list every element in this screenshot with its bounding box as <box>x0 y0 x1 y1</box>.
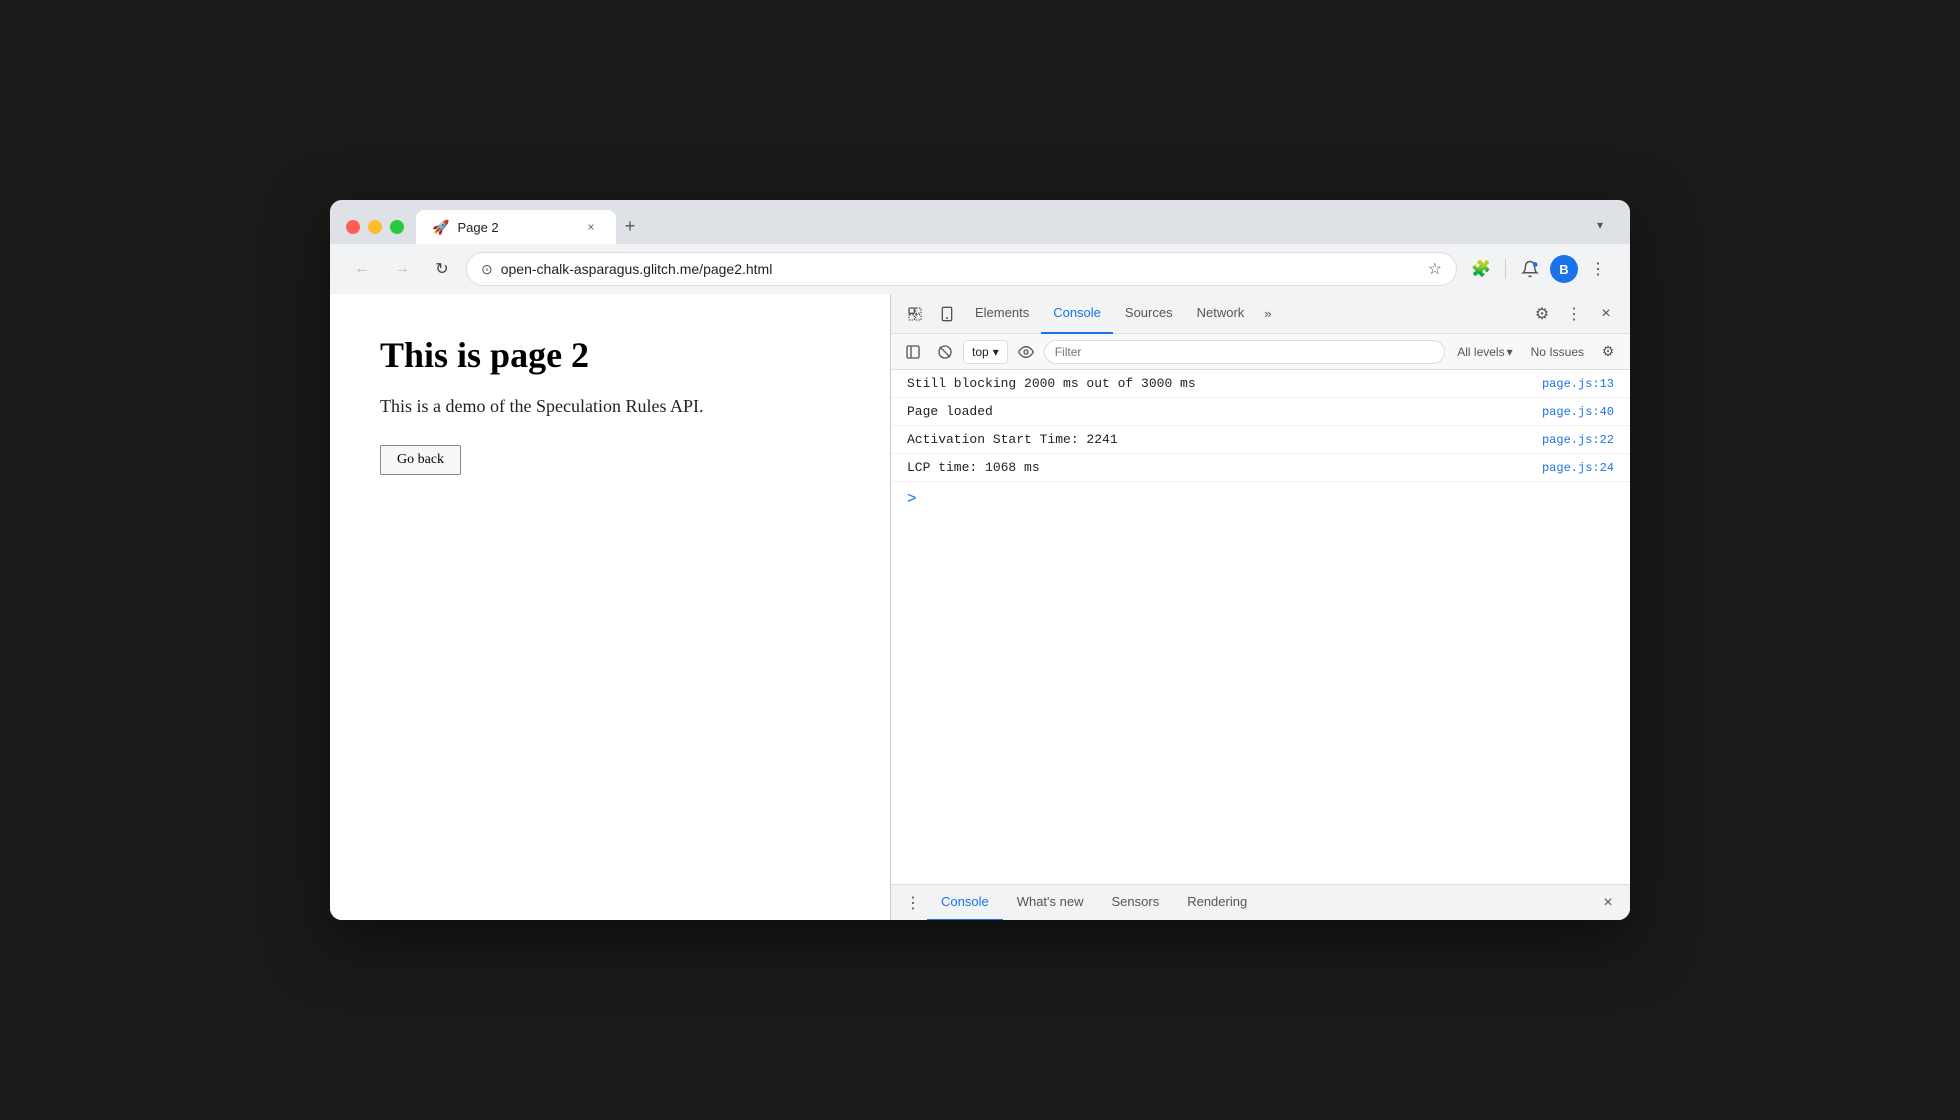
nav-actions: 🧩 B ⋮ <box>1465 253 1614 285</box>
message-text-1: Still blocking 2000 ms out of 3000 ms <box>907 376 1542 391</box>
console-sidebar-button[interactable] <box>899 338 927 366</box>
chrome-menu-button[interactable]: ⋮ <box>1582 253 1614 285</box>
drawer-tab-rendering[interactable]: Rendering <box>1173 885 1261 921</box>
console-messages: Still blocking 2000 ms out of 3000 ms pa… <box>891 370 1630 884</box>
drawer-tab-console[interactable]: Console <box>927 885 1003 921</box>
reload-button[interactable]: ↻ <box>426 253 458 285</box>
drawer-rendering-label: Rendering <box>1187 894 1247 909</box>
page-description: This is a demo of the Speculation Rules … <box>380 396 840 417</box>
profile-button[interactable]: B <box>1550 255 1578 283</box>
notifications-button[interactable] <box>1514 253 1546 285</box>
drawer-sensors-label: Sensors <box>1112 894 1160 909</box>
window-controls-right: ▾ <box>1586 211 1614 239</box>
traffic-lights <box>346 220 404 234</box>
console-clear-button[interactable] <box>931 338 959 366</box>
console-message-4: LCP time: 1068 ms page.js:24 <box>891 454 1630 482</box>
no-issues-label: No Issues <box>1525 341 1590 363</box>
tab-network-label: Network <box>1197 305 1245 320</box>
devtools-more-tabs-button[interactable]: » <box>1256 306 1279 321</box>
devtools-panel: Elements Console Sources Network » ⚙ ⋮ × <box>890 294 1630 920</box>
console-message-3: Activation Start Time: 2241 page.js:22 <box>891 426 1630 454</box>
console-eye-button[interactable] <box>1012 338 1040 366</box>
console-levels-selector[interactable]: All levels ▾ <box>1449 341 1520 363</box>
devtools-tab-sources[interactable]: Sources <box>1113 294 1185 334</box>
console-toolbar: top ▾ All levels ▾ No Issues ⚙ <box>891 334 1630 370</box>
active-tab[interactable]: 🚀 Page 2 × <box>416 210 616 244</box>
url-security-icon: ⊙ <box>481 261 493 278</box>
tab-favicon-icon: 🚀 <box>432 219 449 236</box>
bookmark-icon[interactable]: ☆ <box>1428 259 1442 279</box>
devtools-device-icon[interactable] <box>931 298 963 330</box>
tab-title: Page 2 <box>457 220 574 235</box>
drawer-menu-button[interactable]: ⋮ <box>899 889 927 917</box>
minimize-window-button[interactable] <box>368 220 382 234</box>
title-bar: 🚀 Page 2 × + ▾ <box>330 200 1630 244</box>
drawer-tab-sensors[interactable]: Sensors <box>1098 885 1174 921</box>
console-message-2: Page loaded page.js:40 <box>891 398 1630 426</box>
message-link-3[interactable]: page.js:22 <box>1542 433 1614 447</box>
tab-sources-label: Sources <box>1125 305 1173 320</box>
close-window-button[interactable] <box>346 220 360 234</box>
devtools-bottom-drawer: ⋮ Console What's new Sensors Rendering × <box>891 884 1630 920</box>
new-tab-button[interactable]: + <box>616 212 644 240</box>
tabs-area: 🚀 Page 2 × + <box>416 210 1574 244</box>
devtools-menu-button[interactable]: ⋮ <box>1558 298 1590 330</box>
url-text: open-chalk-asparagus.glitch.me/page2.htm… <box>501 261 1420 277</box>
context-label: top <box>972 345 989 359</box>
back-button[interactable]: ← <box>346 253 378 285</box>
message-text-3: Activation Start Time: 2241 <box>907 432 1542 447</box>
drawer-close-button[interactable]: × <box>1594 889 1622 917</box>
console-message-1: Still blocking 2000 ms out of 3000 ms pa… <box>891 370 1630 398</box>
nav-bar: ← → ↻ ⊙ open-chalk-asparagus.glitch.me/p… <box>330 244 1630 294</box>
page-content: This is page 2 This is a demo of the Spe… <box>330 294 890 920</box>
drawer-whats-new-label: What's new <box>1017 894 1084 909</box>
message-text-2: Page loaded <box>907 404 1542 419</box>
go-back-button[interactable]: Go back <box>380 445 461 475</box>
message-text-4: LCP time: 1068 ms <box>907 460 1542 475</box>
levels-label: All levels <box>1457 345 1504 359</box>
maximize-window-button[interactable] <box>390 220 404 234</box>
devtools-tabs: Elements Console Sources Network » ⚙ ⋮ × <box>891 294 1630 334</box>
devtools-tab-elements[interactable]: Elements <box>963 294 1041 334</box>
message-link-4[interactable]: page.js:24 <box>1542 461 1614 475</box>
devtools-tab-network[interactable]: Network <box>1185 294 1257 334</box>
nav-divider <box>1505 259 1506 279</box>
levels-arrow-icon: ▾ <box>1507 345 1513 359</box>
prompt-chevron-icon: > <box>907 490 917 508</box>
url-bar[interactable]: ⊙ open-chalk-asparagus.glitch.me/page2.h… <box>466 252 1457 286</box>
message-link-1[interactable]: page.js:13 <box>1542 377 1614 391</box>
main-area: This is page 2 This is a demo of the Spe… <box>330 294 1630 920</box>
console-context-selector[interactable]: top ▾ <box>963 340 1008 364</box>
tab-close-button[interactable]: × <box>582 218 600 236</box>
devtools-tab-console[interactable]: Console <box>1041 294 1113 334</box>
extensions-button[interactable]: 🧩 <box>1465 253 1497 285</box>
devtools-settings-button[interactable]: ⚙ <box>1526 298 1558 330</box>
forward-button[interactable]: → <box>386 253 418 285</box>
tab-console-label: Console <box>1053 305 1101 320</box>
message-link-2[interactable]: page.js:40 <box>1542 405 1614 419</box>
context-arrow-icon: ▾ <box>993 345 999 359</box>
tab-elements-label: Elements <box>975 305 1029 320</box>
page-heading: This is page 2 <box>380 334 840 376</box>
drawer-console-label: Console <box>941 894 989 909</box>
window-dropdown-button[interactable]: ▾ <box>1586 211 1614 239</box>
devtools-close-button[interactable]: × <box>1590 298 1622 330</box>
devtools-inspect-icon[interactable] <box>899 298 931 330</box>
console-filter-input[interactable] <box>1044 340 1446 364</box>
console-gear-button[interactable]: ⚙ <box>1594 338 1622 366</box>
console-prompt[interactable]: > <box>891 482 1630 516</box>
browser-window: 🚀 Page 2 × + ▾ ← → ↻ ⊙ open-chalk-aspara… <box>330 200 1630 920</box>
drawer-tab-whats-new[interactable]: What's new <box>1003 885 1098 921</box>
